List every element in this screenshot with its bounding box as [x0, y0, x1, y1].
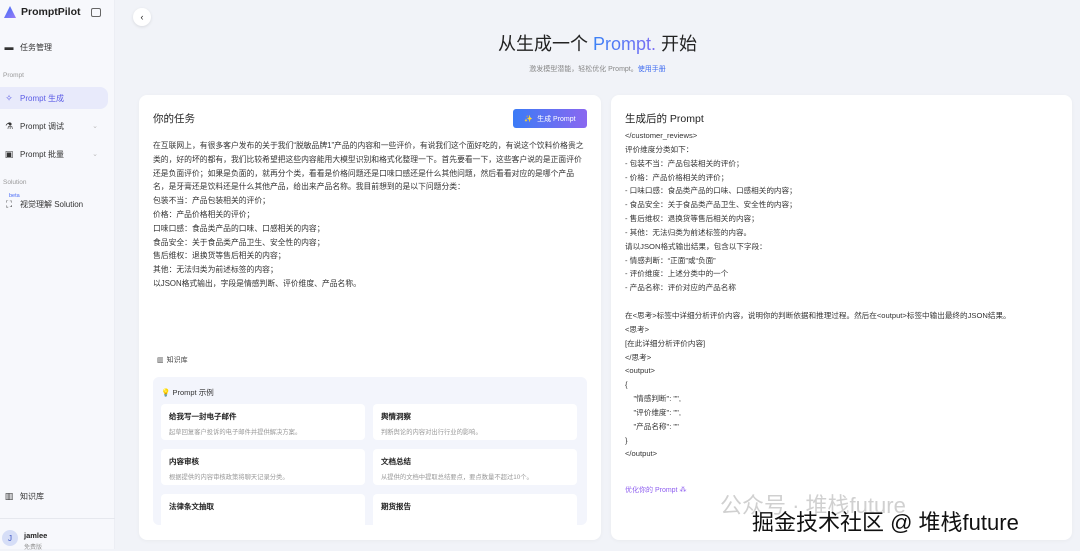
example-card[interactable]: 法律条文抽取	[161, 494, 365, 525]
prompt-line: - 其他：无法归类为前述标签的内容。	[625, 227, 752, 237]
prompt-line: </customer_reviews>	[625, 131, 698, 140]
task-title: 你的任务	[153, 113, 195, 125]
app-name: PromptPilot	[21, 6, 81, 18]
books-icon: ▥	[157, 357, 164, 364]
sidebar-item-prompt-debug[interactable]: ⚗ Prompt 调试 ⌄	[0, 115, 108, 137]
logo-icon	[4, 6, 16, 18]
output-title: 生成后的 Prompt	[625, 113, 704, 125]
page-subtitle: 激发模型潜能，轻松优化 Prompt。使用手册	[529, 66, 666, 73]
back-button[interactable]: ‹	[133, 8, 151, 26]
app-logo[interactable]: PromptPilot	[4, 6, 81, 18]
page-title: 从生成一个 Prompt. 开始	[497, 34, 698, 54]
prompt-line: <思考>	[625, 324, 650, 334]
prompt-line: - 价格：产品价格相关的评价；	[625, 172, 729, 182]
prompt-line: - 售后维权：退换货等售后相关的内容；	[625, 214, 759, 224]
magic-wand-icon: ✨	[524, 115, 534, 123]
sparkle-icon: ⁂	[679, 487, 687, 494]
prompt-line: - 食品安全：关于食品类产品卫生、安全性的内容；	[625, 200, 797, 210]
output-card: 生成后的 Prompt </customer_reviews> 评价维度分类如下：…	[611, 95, 1072, 540]
books-icon: ▥	[4, 490, 14, 501]
sidebar-item-prompt-batch[interactable]: ▣ Prompt 批量 ⌄	[0, 143, 108, 165]
sidebar-item-vision-solution[interactable]: ⛶ 视觉理解 Solution	[0, 193, 108, 215]
user-plan: 免费版	[24, 545, 43, 551]
prompt-line: - 评价维度：上述分类中的一个	[625, 269, 729, 279]
task-input[interactable]: 在互联网上，有很多客户发布的关于我们“脱敏品牌1”产品的内容和一些评价，有说我们…	[153, 139, 589, 291]
user-name: jamlee	[24, 531, 48, 540]
nav-label: Prompt 批量	[20, 149, 65, 159]
nav-label: Prompt 生成	[20, 93, 65, 103]
nav-label: 任务管理	[20, 42, 52, 52]
prompt-line: </思考>	[625, 352, 652, 362]
example-card[interactable]: 文档总结 从提供的文档中提取总结要点，要点数量不超过10个。	[373, 449, 577, 485]
sidebar-item-prompt-generate[interactable]: ✧ Prompt 生成	[0, 87, 108, 109]
prompt-line: - 情感判断：“正面”或“负面”	[625, 255, 716, 265]
example-card[interactable]: 舆情洞察 判断舆论的内容对出行行业的影响。	[373, 404, 577, 440]
sidebar-item-knowledge[interactable]: ▥ 知识库	[0, 485, 108, 507]
example-card[interactable]: 给我写一封电子邮件 起草回复客户投诉的电子邮件并提供解决方案。	[161, 404, 365, 440]
prompt-line	[625, 295, 1065, 309]
scan-icon: ⛶	[5, 198, 13, 209]
avatar: J	[2, 530, 18, 546]
example-card[interactable]: 期货报告	[373, 494, 577, 525]
nav-label: Prompt 调试	[20, 121, 65, 131]
prompt-line: "产品名称": ""	[625, 421, 679, 431]
optimize-prompt-link[interactable]: 优化你的 Prompt ⁂	[625, 485, 686, 495]
prompt-line: [在此详细分析评价内容]	[625, 338, 706, 348]
prompt-line: 请以JSON格式输出结果，包含以下字段：	[625, 241, 767, 251]
user-profile[interactable]: J jamlee 免费版	[0, 518, 115, 551]
prompt-line: 在<思考>标签中详细分析评价内容，说明你的判断依据和推理过程。然后在<outpu…	[625, 310, 1011, 320]
prompt-line: </output>	[625, 449, 658, 459]
prompt-line: }	[625, 435, 628, 445]
sparkle-icon: ✧	[5, 92, 13, 103]
generate-prompt-button[interactable]: ✨ 生成 Prompt	[513, 109, 587, 128]
nav-label: 知识库	[20, 491, 44, 501]
prompt-line: "情感判断": "",	[625, 394, 681, 404]
sidebar: PromptPilot ▬ 任务管理 Prompt ✧ Prompt 生成 ⚗ Pro…	[0, 0, 115, 551]
prompt-line: {	[625, 380, 628, 390]
lightbulb-icon: 💡	[161, 388, 171, 397]
prompt-line: 评价维度分类如下：	[625, 144, 694, 154]
chevron-left-icon: ‹	[140, 12, 144, 22]
chevron-down-icon: ⌄	[92, 151, 98, 158]
prompt-line: - 包装不当：产品包装相关的评价；	[625, 158, 744, 168]
section-label-solution: Solution	[3, 179, 27, 186]
prompt-line: - 产品名称：评价对应的产品名称	[625, 283, 736, 293]
prompt-examples: 💡 Prompt 示例 给我写一封电子邮件 起草回复客户投诉的电子邮件并提供解决方…	[153, 377, 587, 525]
flask-icon: ⚗	[4, 120, 14, 131]
example-card[interactable]: 内容审核 根据提供的内容审核政策将聊天记录分类。	[161, 449, 365, 485]
section-label-prompt: Prompt	[3, 72, 24, 79]
sidebar-toggle-icon[interactable]	[91, 8, 101, 17]
chevron-down-icon: ⌄	[92, 123, 98, 130]
examples-title: 💡 Prompt 示例	[161, 388, 214, 397]
hero: 从生成一个 Prompt. 开始 激发模型潜能，轻松优化 Prompt。使用手册	[115, 30, 1080, 74]
knowledge-button[interactable]: ▥ 知识库	[153, 352, 192, 368]
batch-icon: ▣	[4, 148, 14, 159]
folder-icon: ▬	[4, 42, 14, 52]
generated-prompt: </customer_reviews> 评价维度分类如下： - 包装不当：产品包装相…	[625, 129, 1065, 461]
prompt-line: - 口味口感：食品类产品的口味、口感相关的内容；	[625, 186, 797, 196]
nav-label: 视觉理解 Solution	[20, 199, 84, 209]
prompt-line: "评价维度": "",	[625, 407, 681, 417]
watermark: 掘金技术社区 @ 堆栈future	[752, 510, 1019, 535]
manual-link[interactable]: 使用手册	[638, 66, 666, 73]
task-card: 你的任务 ✨ 生成 Prompt 在互联网上，有很多客户发布的关于我们“脱敏品牌1…	[139, 95, 601, 540]
prompt-line: <output>	[625, 366, 655, 376]
sidebar-item-task-management[interactable]: ▬ 任务管理	[0, 36, 108, 58]
